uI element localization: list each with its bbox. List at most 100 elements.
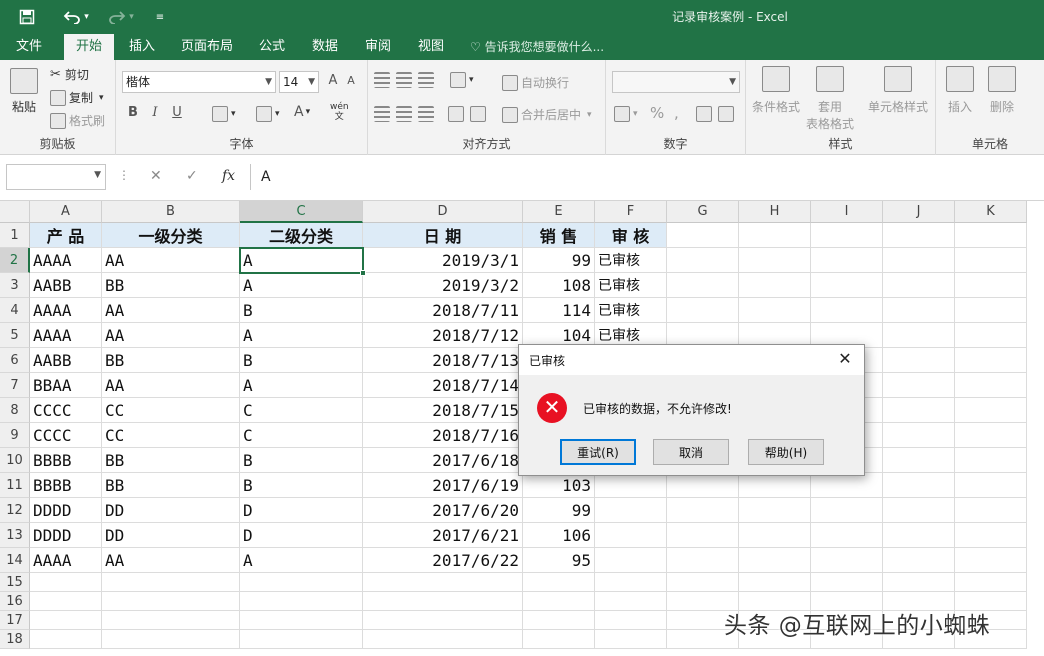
- bold-button[interactable]: B: [124, 105, 142, 120]
- help-button[interactable]: 帮助(H): [748, 439, 824, 465]
- empty-cell[interactable]: [955, 273, 1027, 298]
- empty-cell[interactable]: [955, 448, 1027, 473]
- row-header-13[interactable]: 13: [0, 523, 30, 548]
- table-cell[interactable]: C: [240, 423, 363, 448]
- empty-cell[interactable]: [240, 592, 363, 611]
- table-cell[interactable]: AAAA: [30, 298, 102, 323]
- header-cell[interactable]: 审 核: [595, 223, 667, 248]
- empty-cell[interactable]: [667, 248, 739, 273]
- table-cell[interactable]: DDDD: [30, 523, 102, 548]
- table-cell[interactable]: AAAA: [30, 548, 102, 573]
- table-cell[interactable]: [595, 473, 667, 498]
- empty-cell[interactable]: [811, 573, 883, 592]
- empty-cell[interactable]: [30, 592, 102, 611]
- empty-cell[interactable]: [883, 298, 955, 323]
- table-cell[interactable]: AA: [102, 248, 240, 273]
- empty-cell[interactable]: [363, 630, 523, 649]
- empty-cell[interactable]: [955, 573, 1027, 592]
- empty-cell[interactable]: [883, 573, 955, 592]
- format-as-table-button[interactable]: 套用 表格格式: [806, 66, 854, 132]
- row-header-18[interactable]: 18: [0, 630, 30, 649]
- tab-page-layout[interactable]: 页面布局: [174, 34, 240, 60]
- table-cell[interactable]: D: [240, 523, 363, 548]
- top-align-icon[interactable]: [374, 72, 393, 88]
- empty-cell[interactable]: [595, 611, 667, 630]
- empty-cell[interactable]: [667, 473, 739, 498]
- empty-cell[interactable]: [955, 473, 1027, 498]
- row-header-16[interactable]: 16: [0, 592, 30, 611]
- empty-cell[interactable]: [739, 498, 811, 523]
- font-color-button[interactable]: A ▾: [294, 104, 310, 120]
- empty-cell[interactable]: [955, 423, 1027, 448]
- empty-cell[interactable]: [883, 398, 955, 423]
- empty-cell[interactable]: [102, 611, 240, 630]
- row-header-4[interactable]: 4: [0, 298, 30, 323]
- tell-me-search[interactable]: ♡ 告诉我您想要做什么...: [470, 34, 604, 60]
- table-cell[interactable]: 2018/7/14: [363, 373, 523, 398]
- redo-icon[interactable]: ▾: [104, 6, 138, 28]
- format-painter-button[interactable]: 格式刷: [50, 112, 105, 129]
- table-cell[interactable]: A: [240, 548, 363, 573]
- table-cell[interactable]: DDDD: [30, 498, 102, 523]
- table-cell[interactable]: A: [240, 373, 363, 398]
- row-header-14[interactable]: 14: [0, 548, 30, 573]
- table-cell[interactable]: BB: [102, 348, 240, 373]
- undo-icon[interactable]: ▾: [58, 6, 94, 28]
- cancel-button[interactable]: 取消: [653, 439, 729, 465]
- empty-cell[interactable]: [30, 611, 102, 630]
- empty-cell[interactable]: [739, 473, 811, 498]
- table-cell[interactable]: 2018/7/13: [363, 348, 523, 373]
- empty-cell[interactable]: [955, 223, 1027, 248]
- table-cell[interactable]: AABB: [30, 348, 102, 373]
- insert-cells-button[interactable]: 插入: [946, 66, 974, 115]
- table-cell[interactable]: 108: [523, 273, 595, 298]
- empty-cell[interactable]: [240, 630, 363, 649]
- phonetic-button[interactable]: wén 文: [330, 102, 349, 122]
- empty-cell[interactable]: [883, 373, 955, 398]
- table-cell[interactable]: 已审核: [595, 298, 667, 323]
- table-cell[interactable]: AA: [102, 548, 240, 573]
- table-cell[interactable]: 2019/3/2: [363, 273, 523, 298]
- empty-cell[interactable]: [811, 523, 883, 548]
- empty-cell[interactable]: [523, 573, 595, 592]
- table-cell[interactable]: B: [240, 473, 363, 498]
- table-cell[interactable]: BB: [102, 273, 240, 298]
- header-cell[interactable]: 销 售: [523, 223, 595, 248]
- table-cell[interactable]: 2017/6/18: [363, 448, 523, 473]
- empty-cell[interactable]: [883, 523, 955, 548]
- table-cell[interactable]: A: [240, 273, 363, 298]
- table-cell[interactable]: 103: [523, 473, 595, 498]
- insert-function-icon[interactable]: fx: [222, 168, 235, 184]
- font-name-select[interactable]: 楷体 ▼: [122, 71, 276, 93]
- tab-formulas[interactable]: 公式: [250, 34, 294, 60]
- empty-cell[interactable]: [363, 573, 523, 592]
- decrease-decimal-icon[interactable]: [718, 106, 737, 122]
- empty-cell[interactable]: [595, 630, 667, 649]
- column-header-a[interactable]: A: [30, 201, 102, 223]
- number-format-select[interactable]: ▼: [612, 71, 740, 93]
- table-cell[interactable]: 2018/7/15: [363, 398, 523, 423]
- empty-cell[interactable]: [811, 498, 883, 523]
- table-cell[interactable]: D: [240, 498, 363, 523]
- copy-button[interactable]: 复制 ▾: [50, 89, 104, 106]
- table-cell[interactable]: 2017/6/21: [363, 523, 523, 548]
- merge-center-button[interactable]: 合并后居中 ▾: [502, 106, 592, 123]
- shrink-font-button[interactable]: A: [342, 74, 360, 87]
- increase-indent-icon[interactable]: [470, 106, 489, 122]
- middle-align-icon[interactable]: [396, 72, 415, 88]
- orientation-icon[interactable]: ▾: [450, 72, 474, 88]
- wrap-text-button[interactable]: 自动换行: [502, 74, 569, 91]
- empty-cell[interactable]: [883, 498, 955, 523]
- increase-decimal-icon[interactable]: [696, 106, 715, 122]
- empty-cell[interactable]: [667, 298, 739, 323]
- empty-cell[interactable]: [102, 630, 240, 649]
- table-cell[interactable]: AABB: [30, 273, 102, 298]
- column-header-h[interactable]: H: [739, 201, 811, 223]
- empty-cell[interactable]: [883, 448, 955, 473]
- tab-review[interactable]: 审阅: [356, 34, 400, 60]
- accounting-icon[interactable]: ▾: [614, 106, 638, 122]
- tab-data[interactable]: 数据: [303, 34, 347, 60]
- column-header-c[interactable]: C: [240, 201, 363, 223]
- empty-cell[interactable]: [883, 548, 955, 573]
- italic-button[interactable]: I: [146, 105, 164, 120]
